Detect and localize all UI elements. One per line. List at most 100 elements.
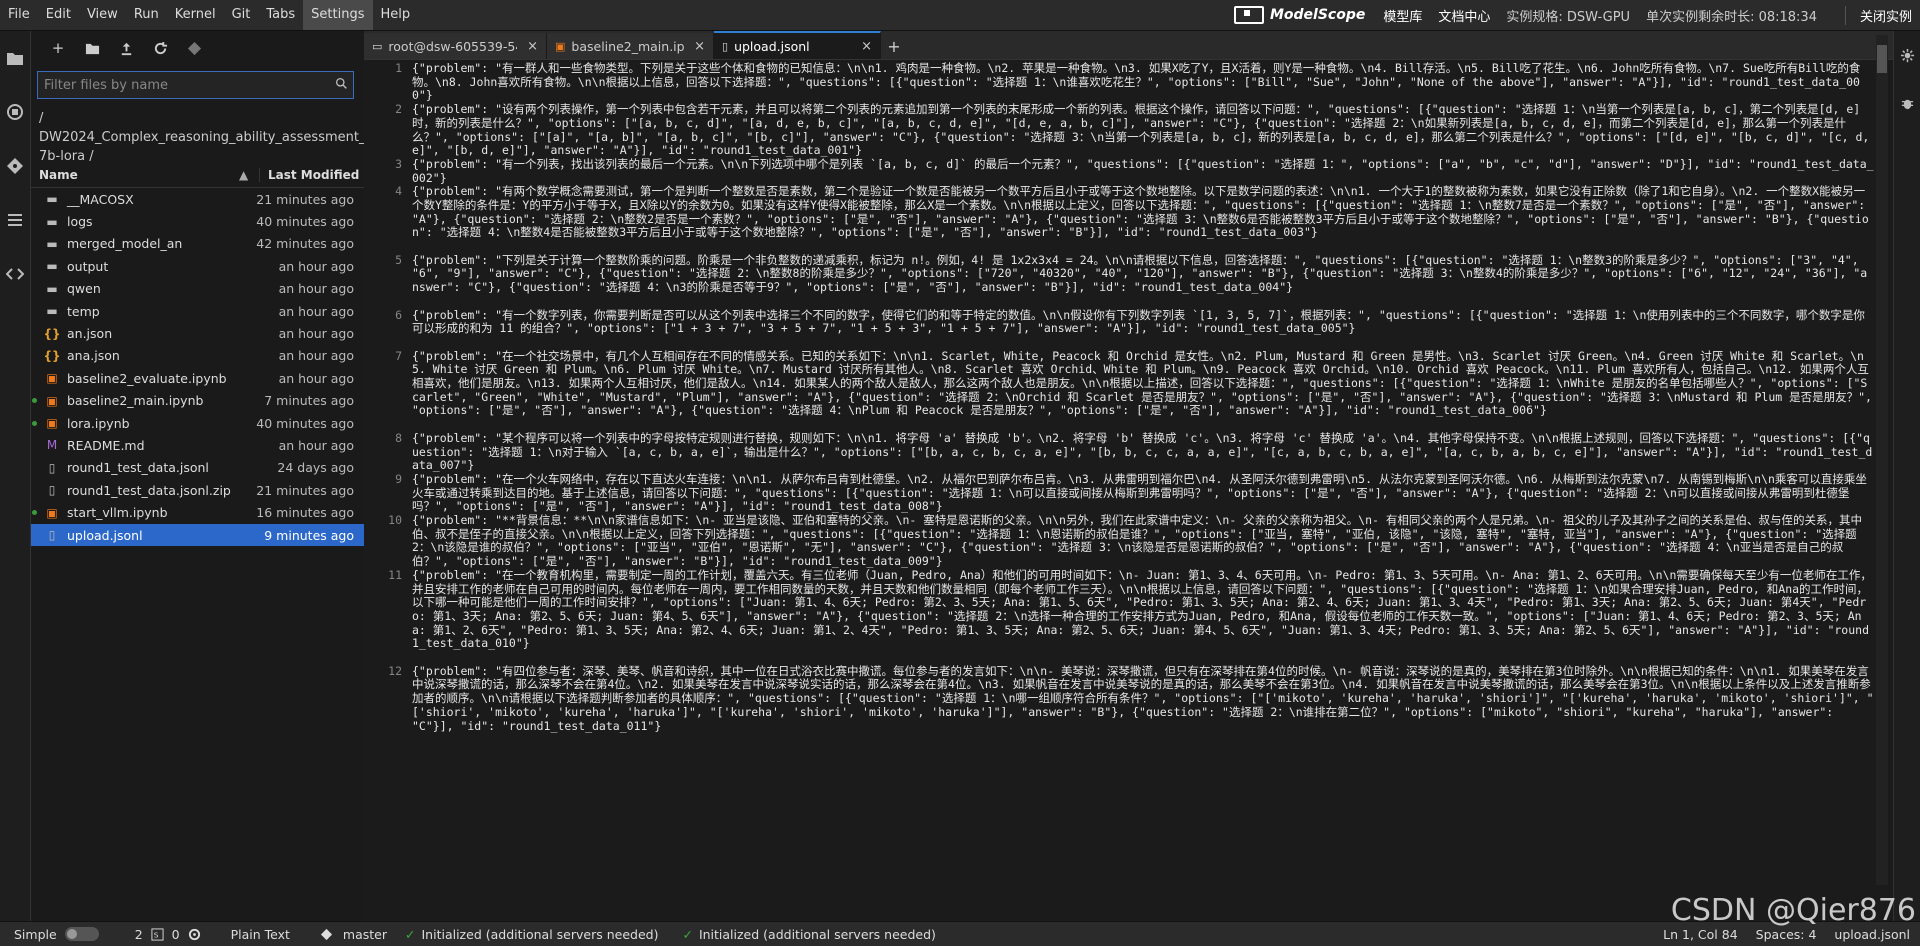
file-row[interactable]: ▬ logs 40 minutes ago: [31, 210, 364, 232]
lsp-status-1[interactable]: ✓ Initialized (additional servers needed): [405, 927, 658, 942]
file-row[interactable]: M README.md an hour ago: [31, 434, 364, 456]
menu-git[interactable]: Git: [224, 0, 259, 30]
file-row[interactable]: ▯ upload.jsonl 9 minutes ago: [31, 523, 364, 547]
menu-help[interactable]: Help: [373, 0, 419, 30]
file-modified: 9 minutes ago: [264, 527, 354, 543]
file-row[interactable]: ▬ merged_model_an 42 minutes ago: [31, 233, 364, 255]
language-mode[interactable]: Plain Text: [231, 927, 290, 942]
tab-label: baseline2_main.ipynb: [571, 38, 685, 54]
file-row[interactable]: ▣ baseline2_evaluate.ipynb an hour ago: [31, 367, 364, 389]
code-line[interactable]: {"problem": "有一个列表，找出该列表的最后一个元素。\n\n下列选项…: [412, 158, 1874, 185]
file-filter-input[interactable]: [38, 76, 329, 94]
simple-mode-toggle[interactable]: [64, 927, 99, 941]
menu-kernel[interactable]: Kernel: [167, 0, 224, 30]
file-row[interactable]: ▯ round1_test_data.jsonl.zip 21 minutes ag…: [31, 479, 364, 501]
menu-file[interactable]: File: [0, 0, 38, 30]
terminal-icon[interactable]: S: [151, 927, 164, 941]
scrollbar-thumb[interactable]: [1877, 45, 1887, 73]
close-icon[interactable]: ×: [694, 39, 705, 54]
extension-code-icon[interactable]: [0, 247, 30, 301]
main-area: ▭ root@dsw-605539-548d9b6(× ▣ baseline2_mai…: [364, 31, 1894, 921]
column-name[interactable]: Name: [31, 168, 239, 182]
file-row[interactable]: ▯ round1_test_data.jsonl 24 days ago: [31, 457, 364, 479]
file-row[interactable]: ▬ __MACOSX 21 minutes ago: [31, 188, 364, 210]
close-instance-button[interactable]: 关闭实例: [1844, 5, 1912, 25]
debugger-icon[interactable]: [1894, 79, 1920, 127]
property-inspector-icon[interactable]: [1894, 31, 1920, 79]
breadcrumb[interactable]: / DW2024_Complex_reasoning_ability_asses…: [31, 99, 414, 164]
git-branch[interactable]: master: [343, 927, 387, 942]
running-kernels-icon[interactable]: [0, 85, 30, 139]
column-last-modified[interactable]: Last Modified: [259, 168, 364, 182]
indent-spaces[interactable]: Spaces: 4: [1756, 927, 1817, 942]
json-file-icon: {}: [43, 348, 61, 363]
git-icon[interactable]: [0, 139, 30, 193]
menu-view[interactable]: View: [79, 0, 126, 30]
code-line[interactable]: {"problem": "有一群人和一些食物类型。下列是关于这些个体和食物的已知…: [412, 62, 1874, 103]
code-line[interactable]: {"problem": "有一个数字列表，你需要判断是否可以从这个列表中选择三个…: [412, 309, 1874, 350]
cursor-position[interactable]: Ln 1, Col 84: [1663, 927, 1738, 942]
file-name: merged_model_an: [67, 236, 183, 252]
code-line[interactable]: {"problem": "**背景信息：**\n\n家谱信息如下：\n- 亚当是…: [412, 514, 1874, 569]
text-editor[interactable]: 1 2 3 4 5 6 7 8 9 10 11 12 {"problem": "有一群人和一些食物类型…: [364, 60, 1894, 921]
file-list: ▬ __MACOSX 21 minutes ago ▬ logs 40 minutes a…: [31, 188, 364, 547]
file-row[interactable]: ▬ temp an hour ago: [31, 300, 364, 322]
upload-button[interactable]: [109, 34, 143, 62]
tab-terminal[interactable]: ▭ root@dsw-605539-548d9b6(×: [364, 33, 547, 59]
file-row[interactable]: {} an.json an hour ago: [31, 322, 364, 344]
code-line[interactable]: {"problem": "下列是关于计算一个整数阶乘的问题。阶乘是一个非负整数的…: [412, 254, 1874, 309]
file-modified: an hour ago: [278, 303, 354, 319]
code-line[interactable]: {"problem": "在一个社交场景中，有几个人互相间存在不同的情感关系。已…: [412, 350, 1874, 432]
status-filename: upload.jsonl: [1834, 926, 1910, 942]
modelscope-logo[interactable]: ModelScope: [1233, 6, 1365, 24]
line-number: 11: [388, 567, 402, 582]
file-modified: an hour ago: [278, 281, 354, 297]
file-icon: ▯: [48, 460, 56, 475]
git-clone-button[interactable]: [177, 34, 211, 62]
kernel-gear-icon[interactable]: [188, 928, 201, 941]
file-row[interactable]: ▣ start_vllm.ipynb 16 minutes ago: [31, 501, 364, 523]
table-of-contents-icon[interactable]: [0, 193, 30, 247]
file-row[interactable]: ▬ qwen an hour ago: [31, 278, 364, 300]
file-row[interactable]: ▣ lora.ipynb 40 minutes ago: [31, 412, 364, 434]
code-line[interactable]: {"problem": "某个程序可以将一个列表中的字母按特定规则进行替换，规则…: [412, 432, 1874, 473]
code-line[interactable]: {"problem": "在一个火车网络中，存在以下直达火车连接：\n\n1. …: [412, 473, 1874, 514]
kernel-count[interactable]: 0: [172, 927, 180, 942]
file-row[interactable]: ▬ output an hour ago: [31, 255, 364, 277]
file-modified: 40 minutes ago: [256, 214, 354, 230]
menu-run[interactable]: Run: [126, 0, 167, 30]
refresh-button[interactable]: [143, 34, 177, 62]
menu-edit[interactable]: Edit: [38, 0, 79, 30]
tab-nb[interactable]: ▣ baseline2_main.ipynb ×: [547, 33, 714, 59]
sort-arrow-icon[interactable]: ▲: [239, 168, 259, 182]
file-row[interactable]: ▣ baseline2_main.ipynb 7 minutes ago: [31, 390, 364, 412]
tab-file[interactable]: ▯ upload.jsonl ×: [714, 31, 881, 59]
file-icon: ▯: [722, 39, 729, 53]
code-line[interactable]: {"problem": "有两个数学概念需要测试，第一个是判断一个整数是否是素数…: [412, 185, 1874, 254]
menu-settings[interactable]: Settings: [303, 0, 373, 30]
new-tab-button[interactable]: +: [881, 33, 907, 59]
lsp-status-2[interactable]: ✓ Initialized (additional servers needed): [682, 927, 935, 942]
editor-scrollbar[interactable]: [1876, 35, 1888, 885]
file-name: round1_test_data.jsonl: [67, 460, 209, 476]
line-number-gutter: 1 2 3 4 5 6 7 8 9 10 11 12: [364, 60, 408, 921]
line-number: 9: [395, 471, 402, 486]
close-icon[interactable]: ×: [527, 39, 538, 54]
code-line[interactable]: {"problem": "在一个教育机构里，需要制定一周的工作计划，覆盖六天。有…: [412, 569, 1874, 665]
menu-tabs[interactable]: Tabs: [258, 0, 303, 30]
folder-icon[interactable]: [0, 31, 30, 85]
docs-center-link[interactable]: 文档中心: [1438, 6, 1490, 25]
code-line[interactable]: {"problem": "设有两个列表操作，第一个列表中包含若干元素，并且可以将…: [412, 103, 1874, 158]
file-row[interactable]: {} ana.json an hour ago: [31, 345, 364, 367]
terminal-count[interactable]: 2: [135, 927, 143, 942]
code-line[interactable]: {"problem": "有四位参与者：深琴、美琴、帆音和诗织，其中一位在日式浴…: [412, 665, 1874, 747]
folder-icon: ▬: [46, 236, 58, 251]
folder-icon: ▬: [46, 214, 58, 229]
model-library-link[interactable]: 模型库: [1383, 6, 1422, 25]
new-folder-button[interactable]: [75, 34, 109, 62]
left-activity-bar: [0, 31, 31, 921]
close-icon[interactable]: ×: [861, 39, 872, 54]
line-number: 2: [395, 102, 402, 117]
new-launcher-button[interactable]: +: [41, 34, 75, 62]
code-content[interactable]: {"problem": "有一群人和一些食物类型。下列是关于这些个体和食物的已知…: [408, 60, 1894, 921]
